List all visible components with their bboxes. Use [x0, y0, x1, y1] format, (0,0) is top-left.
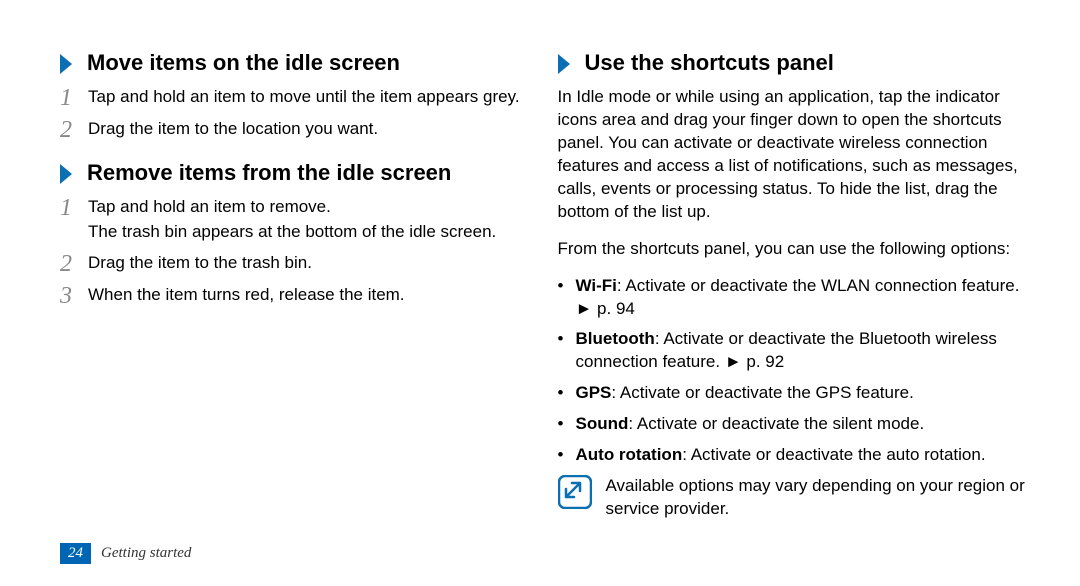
bullet-text: Auto rotation: Activate or deactivate th…	[576, 444, 986, 467]
right-column: Use the shortcuts panel In Idle mode or …	[558, 50, 1026, 521]
option-desc: : Activate or deactivate the silent mode…	[628, 414, 924, 433]
list-item: • GPS: Activate or deactivate the GPS fe…	[558, 382, 1026, 405]
list-item: • Bluetooth: Activate or deactivate the …	[558, 328, 1026, 374]
section-heading-move-items: Move items on the idle screen	[60, 50, 528, 76]
step-text-sub: The trash bin appears at the bottom of t…	[88, 221, 496, 244]
bullet-text: Bluetooth: Activate or deactivate the Bl…	[576, 328, 1026, 374]
step-number: 1	[60, 196, 88, 220]
option-desc: : Activate or deactivate the WLAN connec…	[576, 276, 1020, 318]
bullet-text: GPS: Activate or deactivate the GPS feat…	[576, 382, 914, 405]
list-item: 2 Drag the item to the location you want…	[60, 118, 528, 142]
list-item: • Sound: Activate or deactivate the sile…	[558, 413, 1026, 436]
list-item: 1 Tap and hold an item to remove. The tr…	[60, 196, 528, 244]
options-intro: From the shortcuts panel, you can use th…	[558, 238, 1026, 261]
note-text: Available options may vary depending on …	[606, 475, 1026, 521]
bullet-icon: •	[558, 382, 576, 405]
list-item: 1 Tap and hold an item to move until the…	[60, 86, 528, 110]
content-columns: Move items on the idle screen 1 Tap and …	[60, 50, 1025, 521]
option-name: Sound	[576, 414, 629, 433]
section-name: Getting started	[101, 545, 191, 562]
section-heading-remove-items: Remove items from the idle screen	[60, 160, 528, 186]
step-text: When the item turns red, release the ite…	[88, 284, 405, 307]
bullet-text: Wi-Fi: Activate or deactivate the WLAN c…	[576, 275, 1026, 321]
bullet-icon: •	[558, 328, 576, 374]
note-callout: Available options may vary depending on …	[558, 475, 1026, 521]
chevron-icon	[60, 50, 75, 76]
remove-items-steps: 1 Tap and hold an item to remove. The tr…	[60, 196, 528, 308]
bullet-icon: •	[558, 275, 576, 321]
chevron-icon	[60, 160, 75, 186]
step-text: Drag the item to the location you want.	[88, 118, 378, 141]
option-name: Wi-Fi	[576, 276, 617, 295]
list-item: • Wi-Fi: Activate or deactivate the WLAN…	[558, 275, 1026, 321]
option-name: GPS	[576, 383, 612, 402]
option-desc: : Activate or deactivate the auto rotati…	[682, 445, 985, 464]
step-number: 1	[60, 86, 88, 110]
heading-text: Move items on the idle screen	[87, 50, 400, 76]
bullet-icon: •	[558, 413, 576, 436]
step-number: 3	[60, 284, 88, 308]
page-number: 24	[60, 543, 91, 564]
step-number: 2	[60, 252, 88, 276]
option-desc: : Activate or deactivate the GPS feature…	[611, 383, 913, 402]
section-heading-shortcuts: Use the shortcuts panel	[558, 50, 1026, 76]
step-text: Tap and hold an item to remove. The tras…	[88, 196, 496, 244]
list-item: • Auto rotation: Activate or deactivate …	[558, 444, 1026, 467]
chevron-icon	[558, 50, 573, 76]
step-text-main: Tap and hold an item to remove.	[88, 197, 331, 216]
heading-text: Remove items from the idle screen	[87, 160, 451, 186]
option-name: Bluetooth	[576, 329, 655, 348]
bullet-icon: •	[558, 444, 576, 467]
step-text: Drag the item to the trash bin.	[88, 252, 312, 275]
step-text: Tap and hold an item to move until the i…	[88, 86, 520, 109]
list-item: 3 When the item turns red, release the i…	[60, 284, 528, 308]
page-footer: 24 Getting started	[60, 543, 191, 564]
intro-paragraph: In Idle mode or while using an applicati…	[558, 86, 1026, 224]
heading-text: Use the shortcuts panel	[585, 50, 834, 76]
note-icon	[558, 475, 592, 509]
options-list: • Wi-Fi: Activate or deactivate the WLAN…	[558, 275, 1026, 468]
list-item: 2 Drag the item to the trash bin.	[60, 252, 528, 276]
left-column: Move items on the idle screen 1 Tap and …	[60, 50, 528, 521]
bullet-text: Sound: Activate or deactivate the silent…	[576, 413, 925, 436]
move-items-steps: 1 Tap and hold an item to move until the…	[60, 86, 528, 142]
option-name: Auto rotation	[576, 445, 683, 464]
step-number: 2	[60, 118, 88, 142]
